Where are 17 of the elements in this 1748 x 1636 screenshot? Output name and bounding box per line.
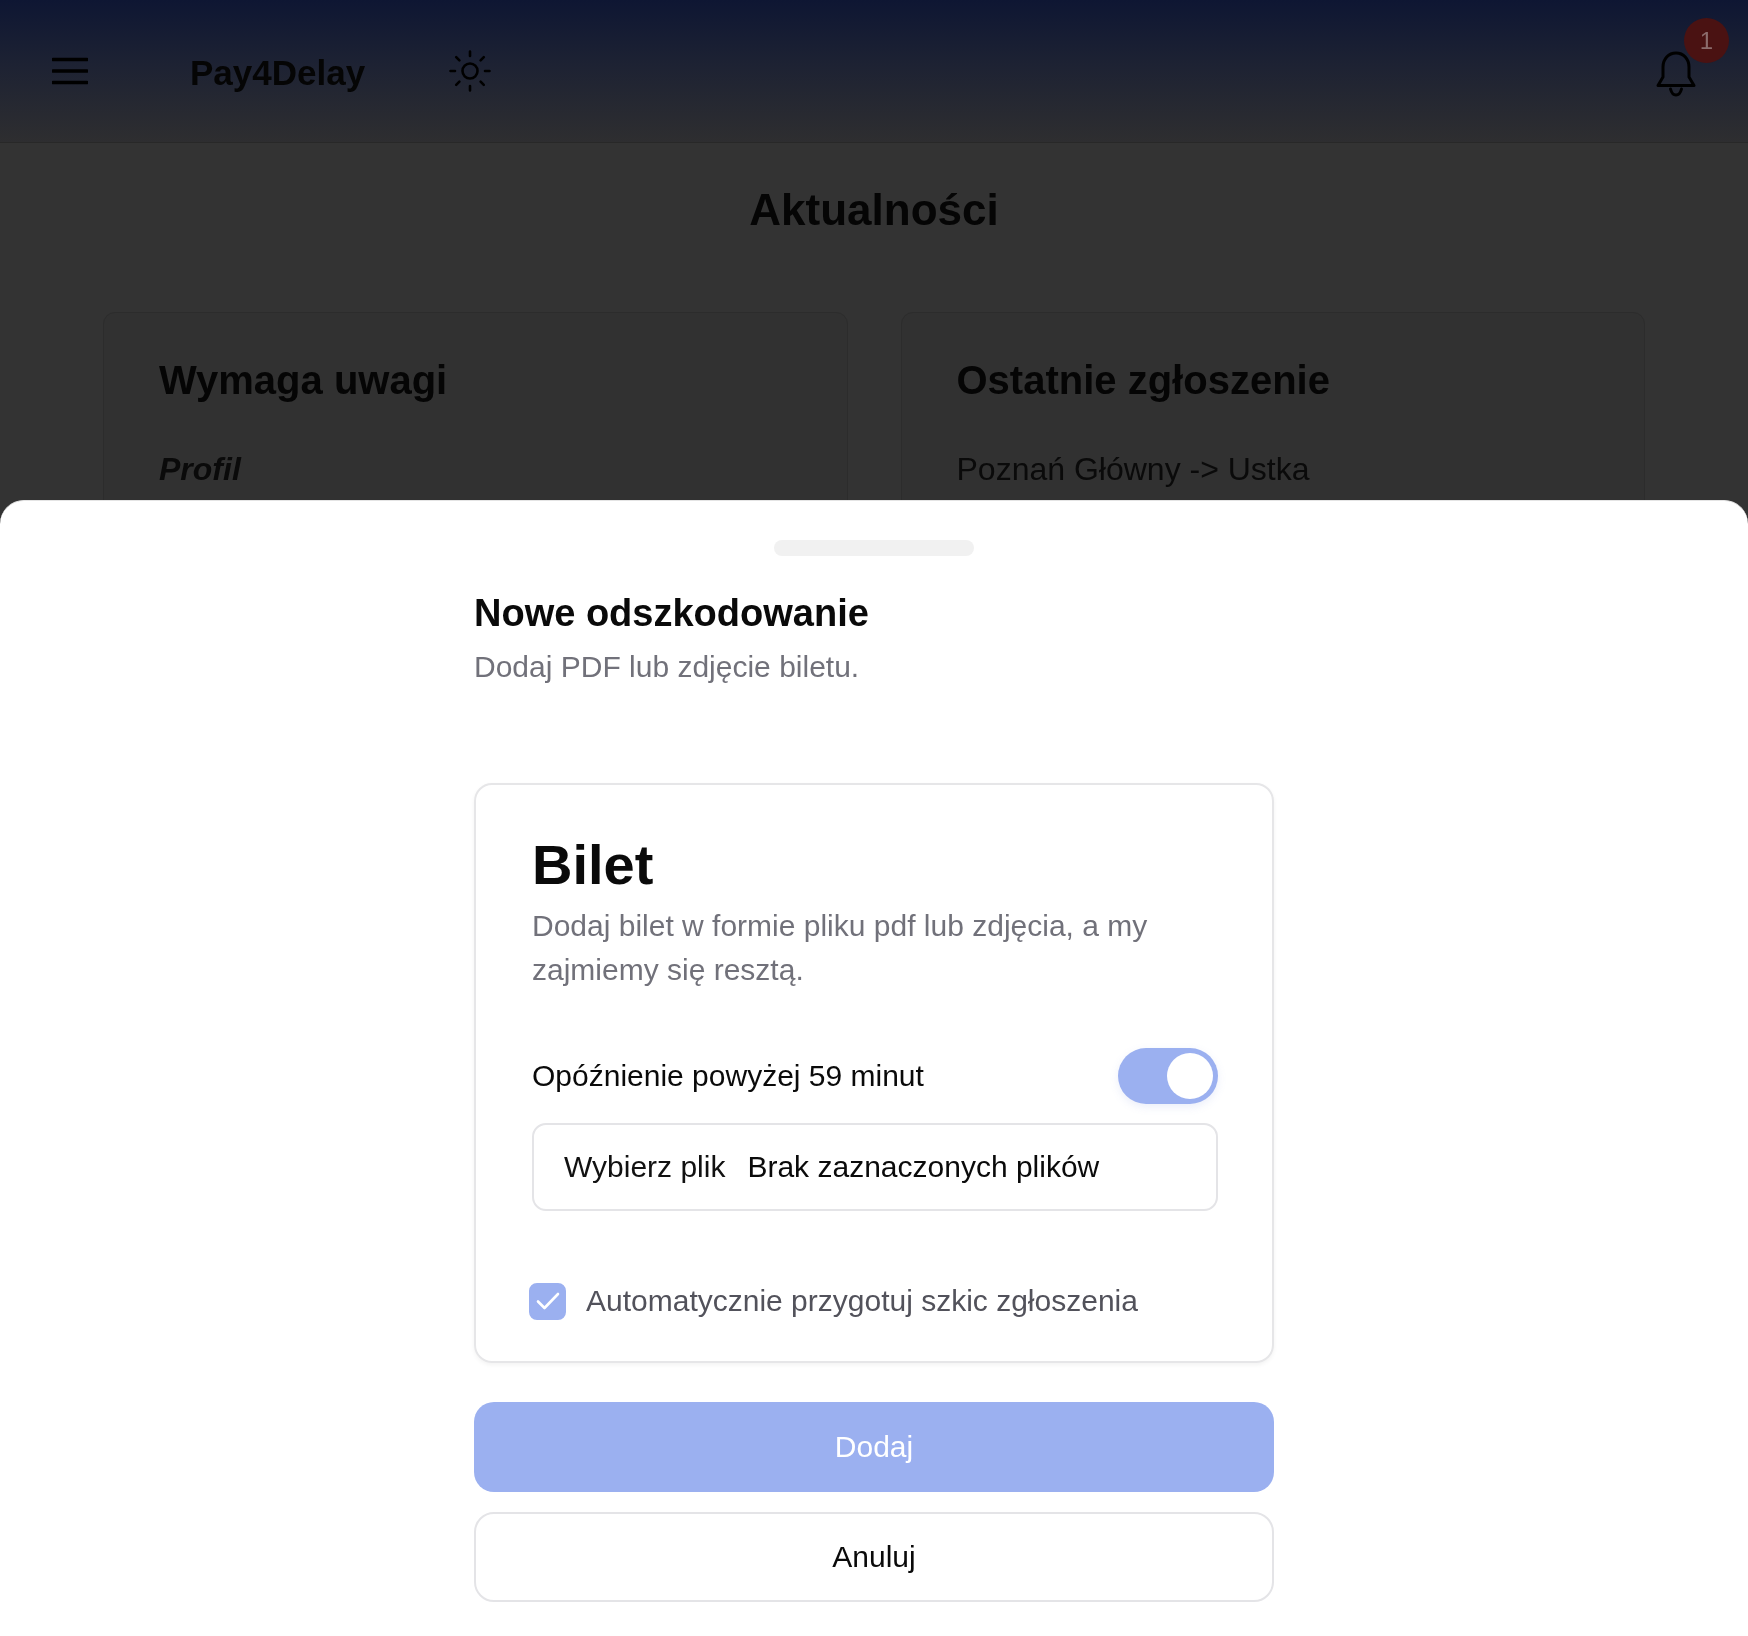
file-status-text: Brak zaznaczonych plików	[747, 1149, 1100, 1185]
menu-icon[interactable]	[52, 57, 88, 85]
sheet-title: Nowe odszkodowanie	[474, 591, 869, 636]
checkbox-label: Automatycznie przygotuj szkic zgłoszenia	[586, 1283, 1138, 1319]
choose-file-button[interactable]: Wybierz plik	[564, 1147, 726, 1187]
checkbox[interactable]	[529, 1282, 566, 1320]
cancel-button[interactable]: Anuluj	[474, 1512, 1274, 1602]
toggle-label: Opóźnienie powyżej 59 minut	[532, 1058, 924, 1094]
checkmark-icon	[535, 1292, 560, 1310]
sheet-subtitle: Dodaj PDF lub zdjęcie biletu.	[474, 649, 860, 685]
card-title: Bilet	[532, 833, 654, 897]
file-input-field[interactable]: Wybierz plik Brak zaznaczonych plików	[532, 1123, 1218, 1211]
bell-icon[interactable]	[1654, 50, 1698, 98]
card-description: Dodaj bilet w formie pliku pdf lub zdjęcia, a my zajmiemy się resztą.	[532, 908, 1149, 988]
toggle-switch[interactable]	[1118, 1048, 1218, 1104]
notification-badge: 1	[1684, 18, 1729, 63]
sun-icon[interactable]	[449, 50, 492, 92]
